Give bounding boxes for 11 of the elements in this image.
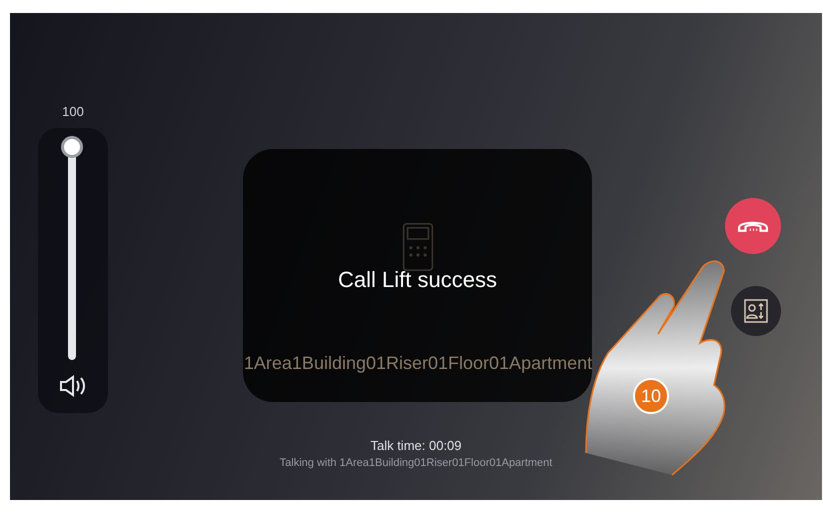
intercom-icon	[402, 222, 434, 272]
dialog-message: Call Lift success	[337, 266, 498, 294]
lift-button[interactable]	[731, 286, 781, 336]
hang-up-icon	[738, 220, 768, 232]
talking-with-label: Talking with 1Area1Building01Riser01Floor01Apartment	[278, 456, 554, 471]
speaker-icon[interactable]	[59, 375, 87, 397]
volume-slider[interactable]	[61, 136, 83, 360]
callee-name: 1Area1Building01Riser01Floor01Apartment	[242, 352, 594, 375]
talk-time: Talk time: 00:09	[369, 437, 463, 455]
elevator-icon	[744, 299, 768, 323]
volume-value: 100	[61, 103, 85, 121]
